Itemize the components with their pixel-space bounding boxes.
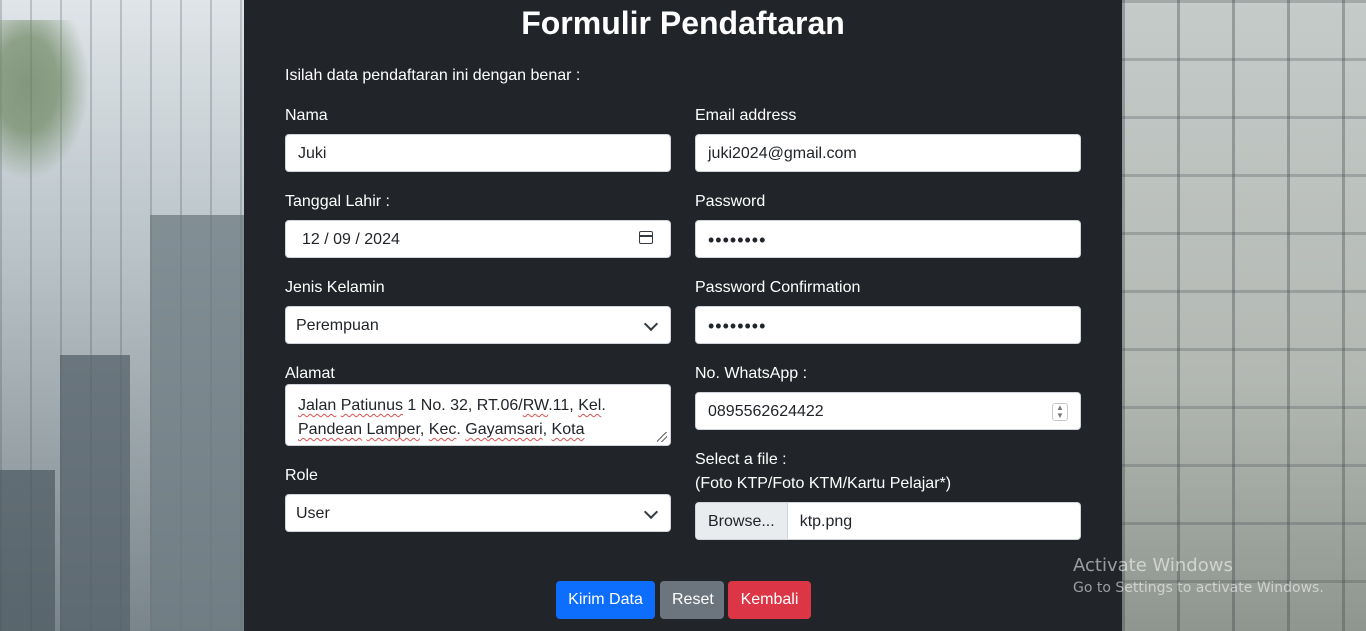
password-input[interactable]: •••••••• (695, 220, 1081, 258)
alamat-word: RW (522, 397, 549, 414)
alamat-word: Pandean (298, 421, 363, 438)
registration-card: Formulir Pendaftaran Isilah data pendaft… (244, 0, 1122, 631)
role-value: User (296, 505, 330, 522)
activation-watermark: Activate Windows Go to Settings to activ… (1073, 555, 1324, 597)
watermark-title: Activate Windows (1073, 555, 1233, 576)
jenis-kelamin-label: Jenis Kelamin (285, 279, 385, 296)
alamat-word: , (542, 421, 548, 438)
chevron-down-icon (643, 316, 659, 332)
password-value: •••••••• (708, 230, 767, 250)
background-right (1122, 0, 1366, 631)
submit-button[interactable]: Kirim Data (556, 581, 655, 619)
alamat-word: Patiunus (340, 397, 403, 414)
chevron-down-icon (643, 504, 659, 520)
password-label: Password (695, 193, 766, 210)
alamat-word: Kel (578, 397, 602, 414)
tanggal-lahir-input[interactable]: 12 / 09 / 2024 (285, 220, 671, 258)
background-building (60, 355, 130, 631)
role-select[interactable]: User (285, 494, 671, 532)
page-title: Formulir Pendaftaran (521, 5, 845, 41)
calendar-icon[interactable] (639, 231, 653, 244)
alamat-word: , (419, 421, 425, 438)
browse-button[interactable]: Browse... (696, 503, 788, 539)
tanggal-lahir-label: Tanggal Lahir : (285, 193, 390, 210)
background-left (0, 0, 244, 631)
jenis-kelamin-select[interactable]: Perempuan (285, 306, 671, 344)
alamat-word: Kota (551, 421, 585, 438)
number-spinner-icon[interactable]: ▲ ▼ (1052, 403, 1068, 421)
alamat-word: Semarang (298, 445, 372, 462)
alamat-word: Gayamsari (465, 421, 543, 438)
watermark-subtitle: Go to Settings to activate Windows. (1073, 580, 1324, 596)
alamat-label: Alamat (285, 365, 335, 382)
file-name: ktp.png (799, 513, 853, 530)
file-hint: (Foto KTP/Foto KTM/Kartu Pelajar*) (695, 475, 952, 492)
alamat-word: 1 No. 32, RT.06/ (407, 397, 523, 414)
whatsapp-label: No. WhatsApp : (695, 365, 808, 382)
reset-button[interactable]: Reset (660, 581, 724, 619)
whatsapp-input[interactable]: 0895562624422 ▲ ▼ (695, 392, 1081, 430)
whatsapp-value: 0895562624422 (708, 403, 824, 420)
background-building (150, 215, 244, 631)
role-label: Role (285, 467, 318, 484)
email-value: juki2024@gmail.com (708, 145, 857, 162)
alamat-textarea[interactable]: Jalan Patiunus 1 No. 32, RT.06/RW.11, Ke… (285, 384, 671, 462)
alamat-word: Lamper (366, 421, 420, 438)
email-input[interactable]: juki2024@gmail.com (695, 134, 1081, 172)
nama-label: Nama (285, 107, 328, 124)
jenis-kelamin-value: Perempuan (296, 317, 379, 334)
alamat-word: .11, (548, 397, 574, 414)
form-intro: Isilah data pendaftaran ini dengan benar… (285, 67, 581, 84)
password-confirmation-value: •••••••• (708, 316, 767, 336)
file-label: Select a file : (695, 451, 787, 468)
alamat-word: . (456, 421, 461, 438)
nama-value: Juki (298, 145, 327, 162)
file-input[interactable]: Browse... ktp.png (695, 502, 1081, 540)
back-button[interactable]: Kembali (728, 581, 811, 619)
background-building (0, 470, 55, 631)
password-confirmation-label: Password Confirmation (695, 279, 861, 296)
password-confirmation-input[interactable]: •••••••• (695, 306, 1081, 344)
resize-handle[interactable] (657, 432, 667, 442)
alamat-word: . (601, 397, 606, 414)
nama-input[interactable]: Juki (285, 134, 671, 172)
alamat-word: Kec (428, 421, 457, 438)
background-tree (0, 20, 90, 180)
email-label: Email address (695, 107, 797, 124)
tanggal-lahir-value: 12 / 09 / 2024 (302, 231, 400, 248)
alamat-word: Jalan (298, 397, 337, 414)
